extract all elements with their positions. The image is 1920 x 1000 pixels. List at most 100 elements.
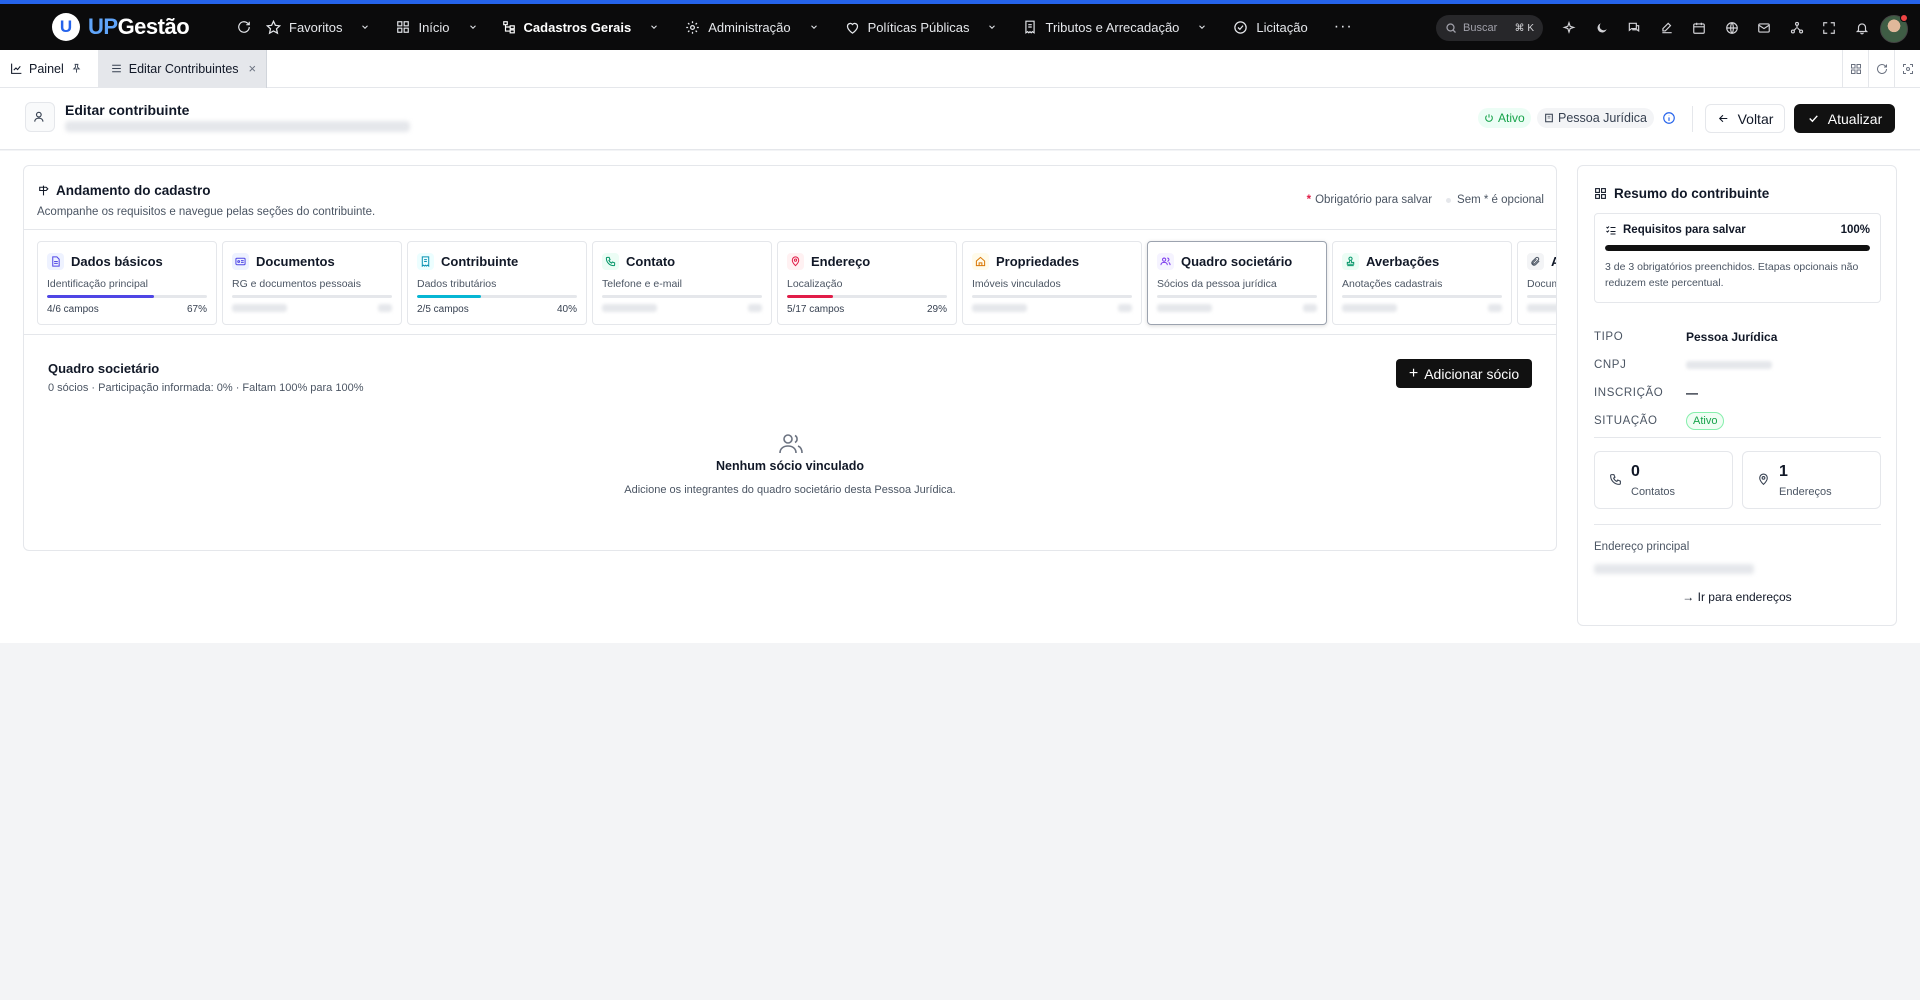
nav-inicio[interactable]: Início (396, 2, 477, 52)
fullscreen-icon[interactable] (1822, 18, 1855, 38)
user-icon (25, 102, 55, 132)
network-icon[interactable] (1790, 18, 1823, 38)
step-percent-redacted (748, 304, 762, 312)
focus-icon[interactable] (1894, 50, 1920, 88)
step-card-endereco[interactable]: Endereço Localização 5/17 campos 29% (777, 241, 957, 325)
step-description: Sócios da pessoa jurídica (1157, 278, 1277, 290)
step-head: Averbações (1342, 252, 1502, 270)
logo-mark-icon: U (52, 13, 80, 41)
section-title: Quadro societário (48, 361, 160, 376)
stat-enderecos[interactable]: 1 Endereços (1742, 451, 1881, 509)
calendar-icon[interactable] (1692, 18, 1725, 38)
requirements-box: Requisitos para salvar 100% 3 de 3 obrig… (1594, 213, 1881, 303)
step-percent-redacted (1488, 304, 1502, 312)
update-button[interactable]: Atualizar (1794, 104, 1895, 133)
layout-grid-icon[interactable] (1842, 50, 1868, 88)
phone-icon (1610, 474, 1621, 485)
step-name: Dados básicos (71, 253, 163, 269)
globe-icon[interactable] (1725, 18, 1758, 38)
tab-painel[interactable]: Painel (0, 50, 98, 88)
step-card-dados-basicos[interactable]: Dados básicos Identificação principal 4/6 … (37, 241, 217, 325)
info-icon[interactable] (1662, 111, 1676, 130)
map-pin-icon (787, 252, 804, 270)
nav-label: Tributos e Arrecadação (1045, 19, 1180, 35)
progress-title-text: Andamento do cadastro (56, 183, 211, 198)
divider (24, 334, 1556, 335)
field-label: INSCRIÇÃO (1594, 387, 1664, 399)
step-progress (787, 295, 947, 298)
step-head: Contribuinte (417, 252, 577, 270)
legend-required: Obrigatório para salvar (1315, 194, 1433, 206)
search-input[interactable]: Buscar ⌘ K (1436, 15, 1543, 41)
section-subtitle: 0 sócios · Participação informada: 0% · … (48, 382, 364, 394)
field-label: CNPJ (1594, 359, 1627, 371)
step-fields-redacted (1527, 304, 1556, 312)
step-name: Contribuinte (441, 253, 519, 269)
empty-state-subtitle: Adicione os integrantes do quadro societ… (624, 484, 956, 496)
step-progress (1527, 295, 1556, 298)
tabs-bar: Painel Editar Contribuintes × (0, 49, 1920, 88)
pin-icon[interactable] (71, 63, 82, 74)
nav-favoritos[interactable]: Favoritos (266, 2, 370, 52)
step-progress (972, 295, 1132, 298)
step-card-averbacoes[interactable]: Averbações Anotações cadastrais (1332, 241, 1512, 325)
gavel-icon (1234, 20, 1248, 34)
top-navbar: U UPGestão Favoritos Início Cadastros Ge… (0, 0, 1920, 50)
cnpj-redacted (1686, 361, 1772, 369)
sparkle-icon[interactable] (1562, 18, 1595, 38)
layout-icon (1595, 188, 1606, 199)
grid-icon (397, 21, 410, 33)
arrow-left-icon (1718, 114, 1727, 123)
step-card-contato[interactable]: Contato Telefone e e-mail (592, 241, 772, 325)
chevron-down-icon (362, 25, 369, 29)
step-percent-redacted (1118, 304, 1132, 312)
step-card-propriedades[interactable]: Propriedades Imóveis vinculados (962, 241, 1142, 325)
nav-licitacao[interactable]: Licitação (1233, 2, 1308, 52)
back-button[interactable]: Voltar (1705, 104, 1785, 133)
mail-icon[interactable] (1757, 18, 1790, 38)
step-percent: 67% (186, 304, 207, 315)
chevron-down-icon (469, 25, 476, 29)
go-to-addresses-link[interactable]: → Ir para endereços (1578, 590, 1896, 604)
divider (24, 229, 1556, 230)
refresh-icon[interactable] (234, 17, 254, 37)
add-partner-button[interactable]: + Adicionar sócio (1396, 359, 1532, 388)
nav-more-button[interactable]: ··· (1334, 18, 1353, 36)
tab-label: Editar Contribuintes (128, 61, 239, 76)
edit-icon[interactable] (1660, 18, 1693, 38)
app-logo[interactable]: U UPGestão (52, 13, 202, 41)
step-card-documentos[interactable]: Documentos RG e documentos pessoais (222, 241, 402, 325)
step-head: Dados básicos (47, 252, 207, 270)
close-icon[interactable]: × (249, 61, 257, 76)
paperclip-icon (1527, 252, 1544, 270)
nav-administracao[interactable]: Administração (685, 2, 818, 52)
nav-politicas-publicas[interactable]: Políticas Públicas (845, 2, 998, 52)
legend-dot (1446, 197, 1452, 203)
step-card-contribuinte[interactable]: Contribuinte Dados tributários 2/5 campos 4… (407, 241, 587, 325)
stat-contatos[interactable]: 0 Contatos (1594, 451, 1733, 509)
moon-icon[interactable] (1595, 18, 1628, 38)
chat-icon[interactable] (1627, 18, 1660, 38)
step-fields-redacted (1157, 304, 1212, 312)
requirements-percent: 100% (1840, 224, 1870, 236)
nav-label: Favoritos (289, 19, 343, 35)
step-card-anexos[interactable]: Anexos Documentos anexados (1517, 241, 1556, 325)
plus-icon: + (1408, 364, 1419, 382)
star-icon (266, 19, 281, 34)
step-description: Telefone e e-mail (602, 278, 682, 290)
search-icon (1446, 23, 1456, 33)
step-name: Documentos (256, 253, 335, 269)
step-head: Documentos (232, 252, 392, 270)
step-description: Anotações cadastrais (1342, 278, 1443, 290)
step-name: Endereço (811, 253, 871, 269)
page-subtitle-redacted (65, 121, 410, 132)
nav-tributos[interactable]: Tributos e Arrecadação (1023, 2, 1207, 52)
nav-cadastros-gerais[interactable]: Cadastros Gerais (502, 2, 660, 52)
step-footer (1527, 304, 1556, 312)
step-card-quadro-societario[interactable]: Quadro societário Sócios da pessoa jurídi… (1147, 241, 1327, 325)
status-badge: Ativo (1478, 108, 1531, 128)
steps-list: Dados básicos Identificação principal 4/6 … (37, 241, 1556, 325)
tab-editar-contribuintes[interactable]: Editar Contribuintes × (97, 49, 268, 88)
reload-icon[interactable] (1868, 50, 1894, 88)
requirements-progress (1605, 245, 1870, 251)
